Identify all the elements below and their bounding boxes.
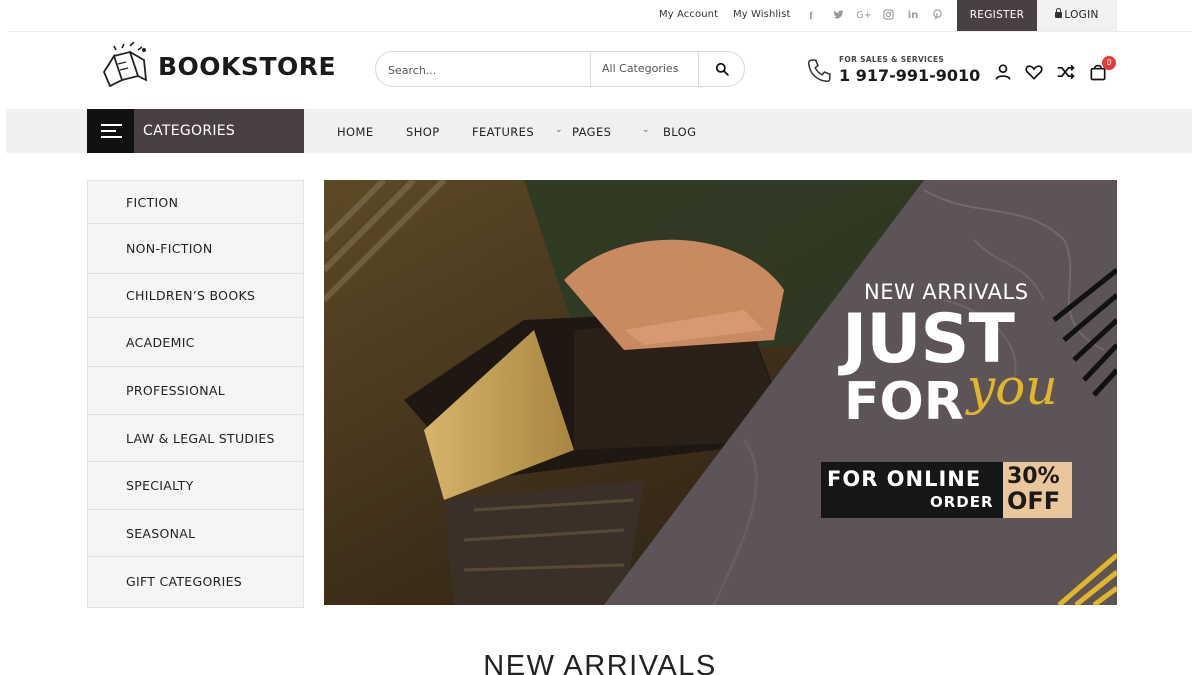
login-label: LOGIN (1064, 9, 1099, 21)
nav-pages[interactable]: PAGES (572, 125, 611, 139)
section-title: NEW ARRIVALS (483, 650, 717, 675)
twitter-icon[interactable] (831, 9, 845, 23)
search-input[interactable] (388, 60, 588, 80)
my-wishlist-link[interactable]: My Wishlist (733, 9, 791, 20)
hero-banner[interactable]: NEW ARRIVALS JUST FOR you FOR ONLINE ORD… (324, 180, 1117, 605)
sidebar-item-gift-categories[interactable]: GIFT CATEGORIES (88, 557, 303, 607)
categories-button[interactable]: CATEGORIES (87, 109, 304, 153)
chevron-down-icon: ⌄ (555, 125, 563, 135)
top-bar: My Account My Wishlist f G+ in REGISTER … (0, 0, 1200, 32)
banner-headline-for: FOR (844, 372, 964, 432)
offer-badge: FOR ONLINE ORDER 30% OFF (821, 462, 1072, 518)
cart-count-badge: 0 (1102, 56, 1116, 70)
sidebar-item-fiction[interactable]: FICTION (88, 181, 303, 224)
sidebar-item-non-fiction[interactable]: NON-FICTION (88, 224, 303, 274)
sidebar-item-childrens-books[interactable]: CHILDREN’S BOOKS (88, 274, 303, 318)
google-plus-icon[interactable]: G+ (855, 9, 873, 23)
offer-line-2: ORDER (930, 493, 994, 511)
discount-off: OFF (1007, 487, 1061, 515)
categories-label: CATEGORIES (143, 123, 236, 139)
phone-number[interactable]: 1 917-991-9010 (839, 66, 980, 85)
offer-line-1: FOR ONLINE (827, 467, 982, 491)
phone-icon (806, 58, 832, 84)
nav-features[interactable]: FEATURES (472, 125, 534, 139)
my-account-link[interactable]: My Account (659, 9, 718, 20)
compare-icon[interactable] (1056, 62, 1076, 82)
search-icon (715, 62, 729, 76)
sidebar-item-specialty[interactable]: SPECIALTY (88, 462, 303, 510)
account-icon[interactable] (993, 62, 1013, 82)
phone-label: FOR SALES & SERVICES (839, 55, 945, 64)
category-sidebar: FICTION NON-FICTION CHILDREN’S BOOKS ACA… (87, 180, 304, 608)
sidebar-item-professional[interactable]: PROFESSIONAL (88, 367, 303, 415)
heart-icon[interactable] (1024, 62, 1044, 82)
facebook-icon[interactable]: f (804, 9, 818, 23)
logo-icon[interactable] (100, 41, 154, 90)
nav-home[interactable]: HOME (337, 125, 374, 139)
lock-icon (1055, 8, 1063, 18)
search-button[interactable] (699, 52, 745, 86)
register-button[interactable]: REGISTER (957, 0, 1037, 31)
search-bar: All Categories (375, 51, 745, 87)
chevron-down-icon: ⌄ (642, 125, 650, 135)
category-select[interactable]: All Categories (590, 52, 699, 86)
pinterest-icon[interactable] (930, 9, 944, 23)
login-button[interactable]: LOGIN (1037, 0, 1117, 31)
banner-script-you: you (967, 358, 1058, 416)
linkedin-icon[interactable]: in (906, 9, 920, 23)
nav-blog[interactable]: BLOG (663, 125, 696, 139)
discount-badge: 30% OFF (1003, 462, 1072, 518)
sidebar-item-law-legal-studies[interactable]: LAW & LEGAL STUDIES (88, 415, 303, 462)
menu-icon (87, 109, 134, 153)
logo-text[interactable]: BOOKSTORE (158, 52, 336, 81)
nav-shop[interactable]: SHOP (406, 125, 440, 139)
discount-percent: 30% (1007, 464, 1060, 489)
sidebar-item-academic[interactable]: ACADEMIC (88, 318, 303, 367)
divider (8, 31, 1192, 32)
sidebar-item-seasonal[interactable]: SEASONAL (88, 510, 303, 557)
instagram-icon[interactable] (881, 9, 895, 23)
